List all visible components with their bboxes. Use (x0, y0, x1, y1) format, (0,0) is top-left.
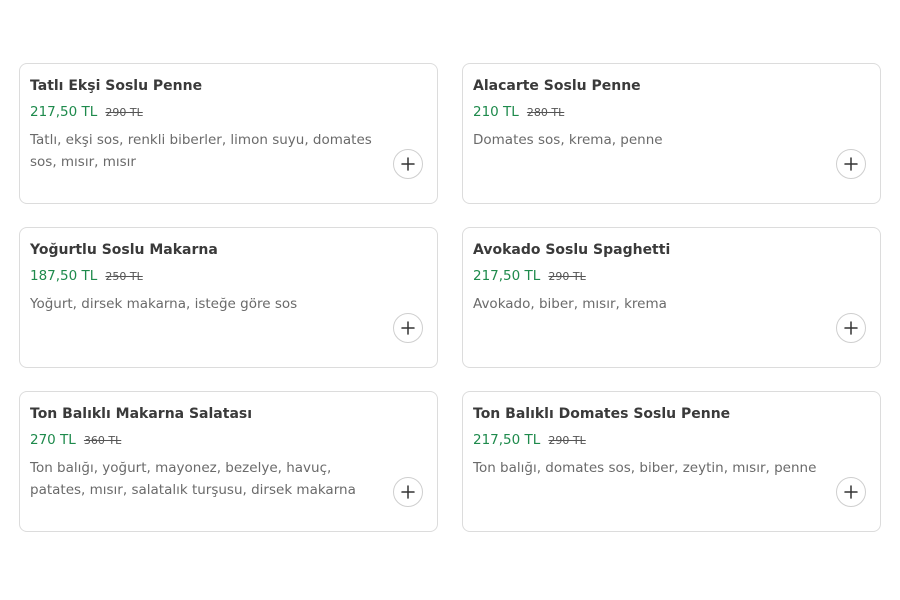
product-old-price: 360 TL (83, 434, 122, 447)
product-price: 270 TL (30, 432, 76, 448)
product-description: Tatlı, ekşi sos, renkli biberler, limon … (30, 132, 372, 170)
product-name: Alacarte Soslu Penne (473, 78, 641, 94)
product-description: Avokado, biber, mısır, krema (473, 296, 667, 312)
product-description: Domates sos, krema, penne (473, 132, 663, 148)
product-old-price: 290 TL (105, 106, 143, 119)
add-to-cart-button[interactable] (836, 477, 866, 507)
product-price: 187,50 TL (30, 268, 98, 284)
plus-icon (844, 157, 858, 171)
product-price: 217,50 TL (30, 104, 98, 120)
product-card[interactable]: Tatlı Ekşi Soslu Penne 217,50 TL 290 TL … (19, 63, 438, 204)
product-card[interactable]: Alacarte Soslu Penne 210 TL 280 TL Domat… (462, 63, 881, 204)
add-to-cart-button[interactable] (393, 313, 423, 343)
product-card[interactable]: Avokado Soslu Spaghetti 217,50 TL 290 TL… (462, 227, 881, 368)
product-grid: Tatlı Ekşi Soslu Penne 217,50 TL 290 TL … (19, 63, 881, 532)
plus-icon (401, 157, 415, 171)
product-name: Ton Balıklı Domates Soslu Penne (473, 406, 731, 422)
price-row: 210 TL 280 TL (473, 102, 870, 120)
product-description: Ton balığı, domates sos, biber, zeytin, … (473, 460, 817, 476)
product-name: Avokado Soslu Spaghetti (473, 242, 671, 258)
price-row: 217,50 TL 290 TL (30, 102, 427, 120)
price-row: 187,50 TL 250 TL (30, 266, 427, 284)
add-to-cart-button[interactable] (393, 149, 423, 179)
add-to-cart-button[interactable] (836, 149, 866, 179)
add-to-cart-button[interactable] (393, 477, 423, 507)
product-price: 217,50 TL (473, 268, 541, 284)
price-row: 270 TL 360 TL (30, 430, 427, 448)
product-name: Tatlı Ekşi Soslu Penne (30, 78, 203, 94)
product-name: Yoğurtlu Soslu Makarna (30, 242, 218, 258)
add-to-cart-button[interactable] (836, 313, 866, 343)
plus-icon (401, 321, 415, 335)
product-old-price: 290 TL (548, 434, 586, 447)
product-price: 217,50 TL (473, 432, 541, 448)
product-card[interactable]: Ton Balıklı Makarna Salatası 270 TL 360 … (19, 391, 438, 532)
price-row: 217,50 TL 290 TL (473, 266, 870, 284)
product-description: Ton balığı, yoğurt, mayonez, bezelye, ha… (30, 460, 356, 498)
plus-icon (844, 485, 858, 499)
plus-icon (401, 485, 415, 499)
product-card[interactable]: Ton Balıklı Domates Soslu Penne 217,50 T… (462, 391, 881, 532)
product-price: 210 TL (473, 104, 519, 120)
price-row: 217,50 TL 290 TL (473, 430, 870, 448)
plus-icon (844, 321, 858, 335)
product-old-price: 280 TL (526, 106, 565, 119)
product-old-price: 250 TL (105, 270, 143, 283)
product-description: Yoğurt, dirsek makarna, isteğe göre sos (30, 296, 298, 312)
product-card[interactable]: Yoğurtlu Soslu Makarna 187,50 TL 250 TL … (19, 227, 438, 368)
product-old-price: 290 TL (548, 270, 586, 283)
product-name: Ton Balıklı Makarna Salatası (30, 406, 253, 422)
